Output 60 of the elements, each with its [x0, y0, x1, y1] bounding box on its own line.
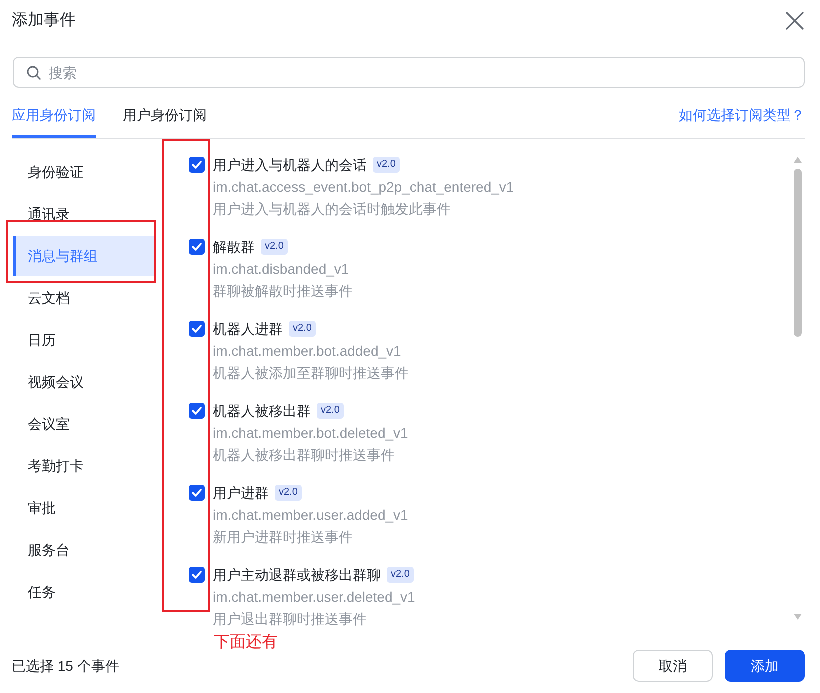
sidebar-item[interactable]: 身份验证 [13, 152, 156, 192]
cancel-button[interactable]: 取消 [633, 650, 713, 682]
checkmark-icon [192, 243, 202, 251]
version-tag: v2.0 [275, 485, 302, 501]
checkbox[interactable] [189, 157, 205, 173]
event-code: im.chat.member.user.deleted_v1 [213, 588, 416, 607]
checkmark-icon [192, 325, 202, 333]
checkmark-icon [192, 161, 202, 169]
event-title: 用户主动退群或被移出群聊 [213, 566, 381, 585]
checkbox[interactable] [189, 239, 205, 255]
event-title: 解散群 [213, 238, 255, 257]
event-code: im.chat.member.bot.deleted_v1 [213, 424, 408, 443]
sidebar-item[interactable]: 服务台 [13, 530, 156, 570]
sidebar-item[interactable]: 任务 [13, 572, 156, 612]
version-tag: v2.0 [289, 321, 316, 337]
checkmark-icon [192, 489, 202, 497]
sidebar-item[interactable]: 日历 [13, 320, 156, 360]
event-title: 用户进入与机器人的会话 [213, 156, 367, 175]
selection-summary: 已选择 15 个事件 [12, 657, 120, 676]
event-description: 群聊被解散时推送事件 [213, 282, 353, 301]
checkbox[interactable] [189, 403, 205, 419]
sidebar-item[interactable]: 视频会议 [13, 362, 156, 402]
sidebar-item[interactable]: 考勤打卡 [13, 446, 156, 486]
event-description: 机器人被添加至群聊时推送事件 [213, 364, 409, 383]
event-code: im.chat.member.user.added_v1 [213, 506, 408, 525]
sidebar-item[interactable]: 通讯录 [13, 194, 156, 234]
dialog-title: 添加事件 [12, 10, 76, 30]
event-title: 机器人进群 [213, 320, 283, 339]
add-button[interactable]: 添加 [725, 650, 805, 682]
event-description: 用户退出群聊时推送事件 [213, 610, 368, 629]
event-title: 用户进群 [213, 484, 269, 503]
sidebar-item[interactable]: 消息与群组 [13, 236, 156, 276]
sidebar-item[interactable]: 审批 [13, 488, 156, 528]
version-tag: v2.0 [317, 403, 344, 419]
close-button[interactable] [786, 12, 804, 30]
event-code: im.chat.access_event.bot_p2p_chat_entered_v1 [213, 178, 514, 197]
version-tag: v2.0 [261, 239, 288, 255]
search-icon [27, 66, 41, 80]
event-description: 用户进入与机器人的会话时触发此事件 [213, 200, 452, 219]
annotation-note: 下面还有 [214, 633, 278, 653]
sidebar-item[interactable]: 会议室 [13, 404, 156, 444]
sidebar-item[interactable]: 云文档 [13, 278, 156, 318]
tab[interactable]: 应用身份订阅 [12, 103, 96, 138]
tab[interactable]: 用户身份订阅 [123, 103, 207, 138]
help-link[interactable]: 如何选择订阅类型？ [679, 103, 805, 138]
search-field[interactable]: 搜索 [13, 57, 805, 88]
checkbox[interactable] [189, 485, 205, 501]
version-tag: v2.0 [373, 157, 400, 173]
checkmark-icon [192, 407, 202, 415]
checkbox[interactable] [189, 567, 205, 583]
scrollbar-thumb[interactable] [794, 169, 802, 337]
event-description: 机器人被移出群聊时推送事件 [213, 446, 396, 465]
version-tag: v2.0 [387, 567, 414, 583]
event-title: 机器人被移出群 [213, 402, 311, 421]
checkbox[interactable] [189, 321, 205, 337]
event-description: 新用户进群时推送事件 [213, 528, 354, 547]
checkmark-icon [192, 571, 202, 579]
close-icon [786, 12, 804, 30]
event-code: im.chat.member.bot.added_v1 [213, 342, 402, 361]
event-code: im.chat.disbanded_v1 [213, 260, 350, 279]
